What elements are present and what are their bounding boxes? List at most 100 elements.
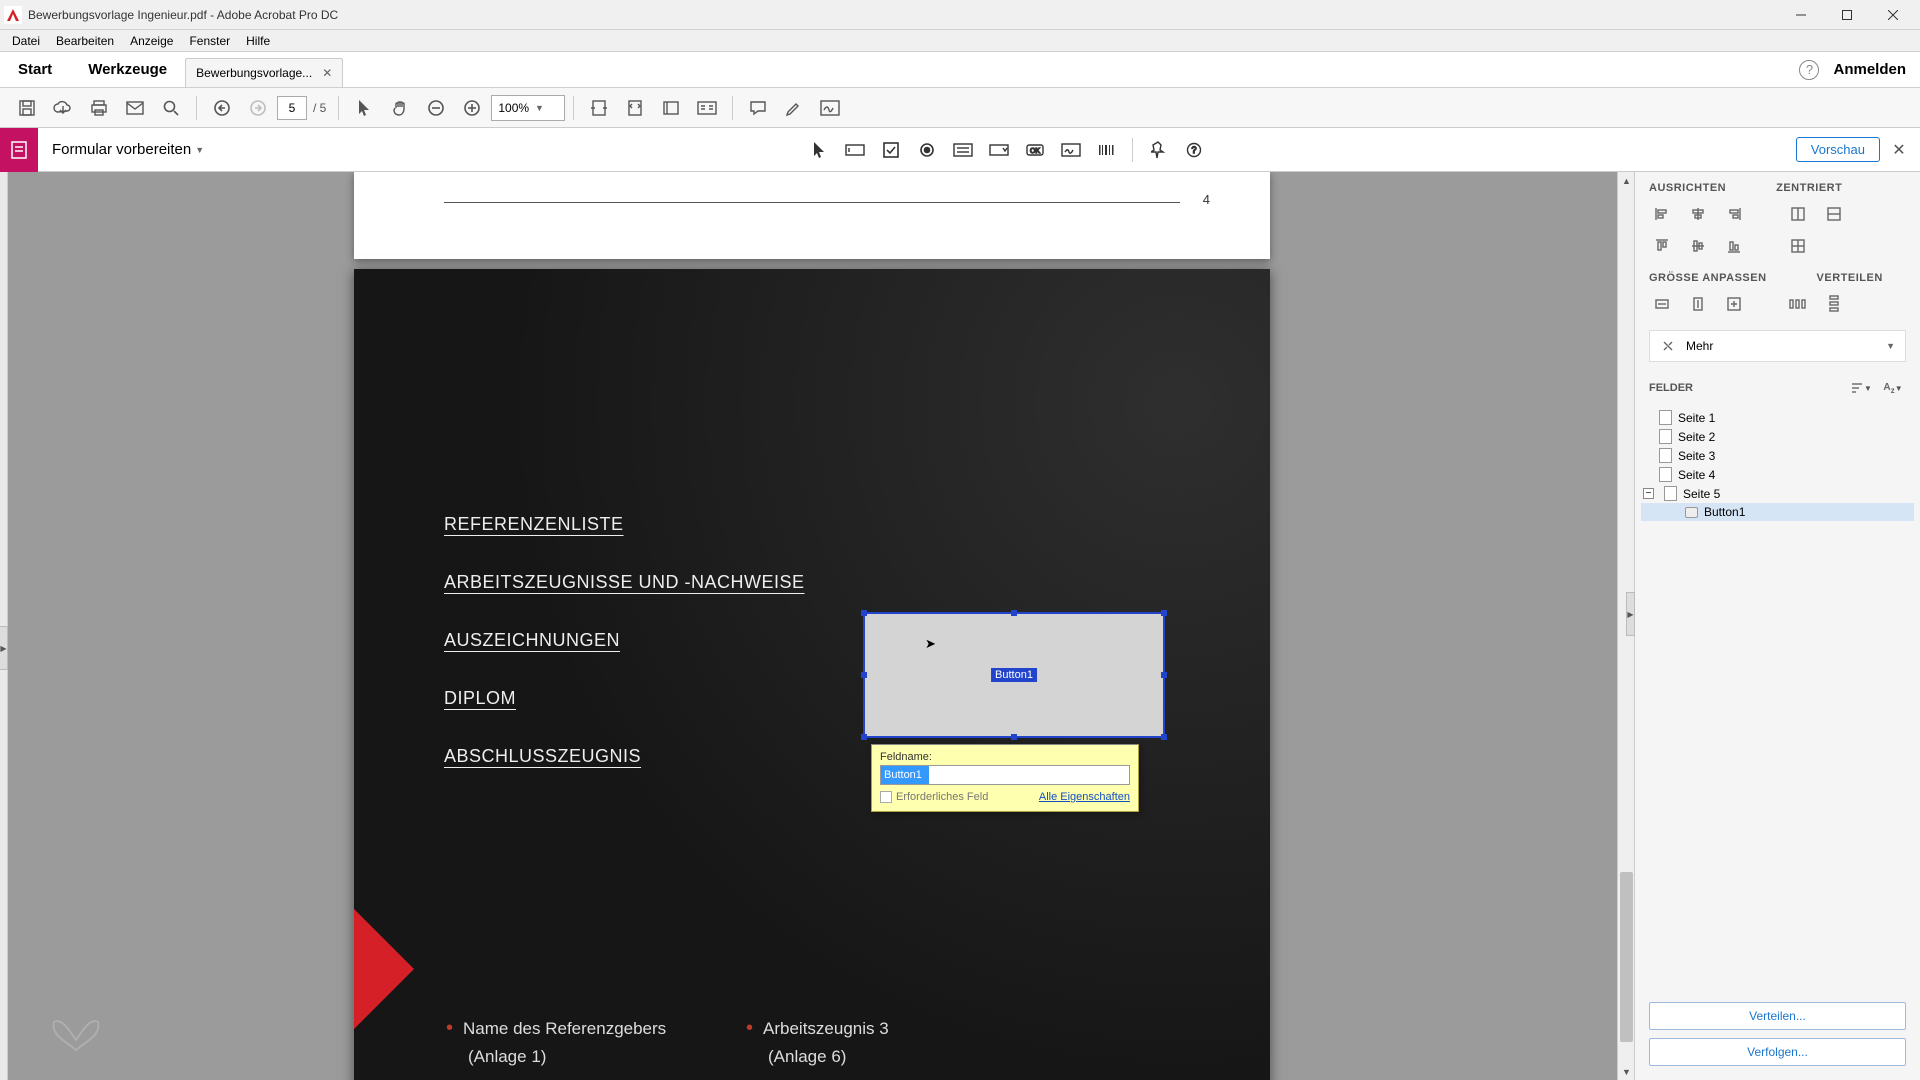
fit-width-icon[interactable] <box>582 92 616 124</box>
preview-button[interactable]: Vorschau <box>1796 137 1880 162</box>
search-icon[interactable] <box>154 92 188 124</box>
fit-page-icon[interactable] <box>618 92 652 124</box>
scroll-up-icon[interactable]: ▲ <box>1618 172 1634 189</box>
toolbar-separator <box>338 96 339 120</box>
required-checkbox[interactable]: Erforderliches Feld <box>880 791 988 803</box>
resize-handle[interactable] <box>861 610 867 616</box>
prev-page-icon[interactable] <box>205 92 239 124</box>
close-tool-button[interactable]: ✕ <box>1890 141 1908 159</box>
align-top-icon[interactable] <box>1649 234 1675 258</box>
help-tool-icon[interactable]: ? <box>1177 134 1211 166</box>
resize-handle[interactable] <box>1011 610 1017 616</box>
maximize-button[interactable] <box>1824 0 1870 30</box>
track-button[interactable]: Verfolgen... <box>1649 1038 1906 1066</box>
collapse-icon[interactable]: − <box>1643 488 1654 499</box>
scroll-down-icon[interactable]: ▼ <box>1618 1063 1634 1080</box>
form-button-field[interactable]: Button1 ➤ <box>863 612 1165 738</box>
pin-icon[interactable] <box>1141 134 1175 166</box>
resize-handle[interactable] <box>1161 734 1167 740</box>
prepare-form-dropdown[interactable]: Formular vorbereiten ▼ <box>38 141 218 158</box>
cloud-icon[interactable] <box>46 92 80 124</box>
select-tool-icon[interactable] <box>802 134 836 166</box>
textfield-tool-icon[interactable] <box>838 134 872 166</box>
align-bottom-icon[interactable] <box>1721 234 1747 258</box>
collapse-right-panel-icon[interactable]: ▶ <box>1626 592 1635 636</box>
page-display-icon[interactable] <box>654 92 688 124</box>
resize-handle[interactable] <box>861 734 867 740</box>
size-height-icon[interactable] <box>1685 292 1711 316</box>
fieldname-input[interactable] <box>880 765 1130 785</box>
menu-view[interactable]: Anzeige <box>122 32 181 50</box>
align-vcenter-icon[interactable] <box>1685 234 1711 258</box>
menu-edit[interactable]: Bearbeiten <box>48 32 122 50</box>
distribute-button[interactable]: Verteilen... <box>1649 1002 1906 1030</box>
zoom-in-icon[interactable] <box>455 92 489 124</box>
tree-page-1[interactable]: Seite 1 <box>1641 408 1914 427</box>
next-page-icon <box>241 92 275 124</box>
mail-icon[interactable] <box>118 92 152 124</box>
tab-tools[interactable]: Werkzeuge <box>70 52 185 87</box>
save-icon[interactable] <box>10 92 44 124</box>
size-width-icon[interactable] <box>1649 292 1675 316</box>
tree-field-button1[interactable]: Button1 <box>1641 503 1914 521</box>
align-right-icon[interactable] <box>1721 202 1747 226</box>
pointer-icon[interactable] <box>347 92 381 124</box>
main-toolbar: / 5 100%▼ <box>0 88 1920 128</box>
scrollbar-thumb[interactable] <box>1620 872 1633 1042</box>
print-icon[interactable] <box>82 92 116 124</box>
align-left-icon[interactable] <box>1649 202 1675 226</box>
dropdown-tool-icon[interactable] <box>982 134 1016 166</box>
page-icon <box>1664 486 1677 501</box>
menu-window[interactable]: Fenster <box>181 32 238 50</box>
checkbox-tool-icon[interactable] <box>874 134 908 166</box>
signature-tool-icon[interactable] <box>1054 134 1088 166</box>
center-both-icon[interactable] <box>1785 234 1811 258</box>
highlight-icon[interactable] <box>777 92 811 124</box>
all-properties-link[interactable]: Alle Eigenschaften <box>1039 791 1130 803</box>
listbox-tool-icon[interactable] <box>946 134 980 166</box>
resize-handle[interactable] <box>1161 610 1167 616</box>
distribute-h-icon[interactable] <box>1785 292 1811 316</box>
help-icon[interactable]: ? <box>1799 60 1819 80</box>
menu-file[interactable]: Datei <box>4 32 48 50</box>
tab-close-icon[interactable]: ✕ <box>322 66 332 80</box>
zoom-dropdown[interactable]: 100%▼ <box>491 95 565 121</box>
close-button[interactable] <box>1870 0 1916 30</box>
align-hcenter-icon[interactable] <box>1685 202 1711 226</box>
button-tool-icon[interactable]: OK <box>1018 134 1052 166</box>
sign-icon[interactable] <box>813 92 847 124</box>
tab-start[interactable]: Start <box>0 52 70 87</box>
tree-page-3[interactable]: Seite 3 <box>1641 446 1914 465</box>
right-panel: ▶ AUSRICHTEN ZENTRIERT <box>1634 172 1920 1080</box>
radio-tool-icon[interactable] <box>910 134 944 166</box>
minimize-button[interactable] <box>1778 0 1824 30</box>
page-number-input[interactable] <box>277 96 307 120</box>
menu-help[interactable]: Hilfe <box>238 32 278 50</box>
tree-page-4[interactable]: Seite 4 <box>1641 465 1914 484</box>
size-both-icon[interactable] <box>1721 292 1747 316</box>
hand-icon[interactable] <box>383 92 417 124</box>
sort-icon[interactable]: ▼ <box>1848 376 1874 400</box>
resize-handle[interactable] <box>1011 734 1017 740</box>
resize-handle[interactable] <box>1161 672 1167 678</box>
read-mode-icon[interactable] <box>690 92 724 124</box>
distribute-v-icon[interactable] <box>1821 292 1847 316</box>
zoom-out-icon[interactable] <box>419 92 453 124</box>
center-v-icon[interactable] <box>1821 202 1847 226</box>
chevron-down-icon: ▼ <box>535 103 544 113</box>
tree-page-2[interactable]: Seite 2 <box>1641 427 1914 446</box>
document-viewport[interactable]: 4 REFERENZENLISTE ARBEITSZEUGNISSE UND -… <box>8 172 1634 1080</box>
login-link[interactable]: Anmelden <box>1833 61 1906 78</box>
sort-az-icon[interactable]: Az▼ <box>1880 376 1906 400</box>
resize-handle[interactable] <box>861 672 867 678</box>
tree-page-5[interactable]: −Seite 5 <box>1641 484 1914 503</box>
doc-link-diplom: DIPLOM <box>444 688 516 709</box>
red-triangle-icon <box>354 909 414 1029</box>
center-h-icon[interactable] <box>1785 202 1811 226</box>
tab-document[interactable]: Bewerbungsvorlage... ✕ <box>185 58 343 87</box>
barcode-tool-icon[interactable] <box>1090 134 1124 166</box>
comment-icon[interactable] <box>741 92 775 124</box>
toolbar-separator <box>1132 138 1133 162</box>
more-dropdown[interactable]: Mehr ▼ <box>1649 330 1906 362</box>
expand-left-sidebar-icon[interactable]: ▶ <box>0 626 8 670</box>
